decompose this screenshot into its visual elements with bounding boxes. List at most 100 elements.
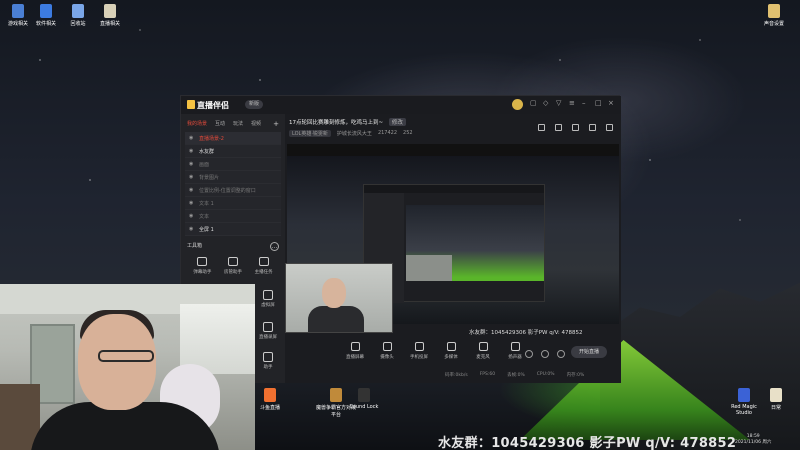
tool-room-manager[interactable]: 房管助手 bbox=[218, 257, 248, 275]
tab-scenes[interactable]: 我的场景 bbox=[187, 120, 207, 128]
webcam-overlay bbox=[0, 284, 255, 450]
camera-person-head bbox=[322, 278, 346, 308]
side-tool-record[interactable]: 直播录屏 bbox=[259, 322, 277, 340]
scene-item[interactable]: ◉ 直播场景-2 bbox=[185, 132, 281, 145]
room-info: LOL英雄·锐雯新 护城长流风大王 217422 252 bbox=[289, 130, 413, 137]
minimize-icon[interactable]: – bbox=[582, 100, 589, 107]
edit-title-button[interactable]: 修改 bbox=[388, 118, 406, 126]
virtual-icon bbox=[263, 290, 273, 300]
taskbar-clock[interactable]: 18:59 2021/11/06 周六 bbox=[735, 434, 771, 446]
user-icon bbox=[227, 257, 238, 266]
control-screen[interactable]: 直播屏幕 bbox=[345, 342, 365, 360]
record-icon[interactable] bbox=[525, 350, 533, 358]
desktop-icon-live[interactable]: 直播相关 bbox=[92, 4, 128, 27]
desktop-icon-recycle-bin[interactable]: 回收站 bbox=[60, 4, 96, 27]
close-icon[interactable]: × bbox=[608, 100, 615, 107]
bell-icon[interactable] bbox=[589, 124, 596, 131]
desktop-icon-douyu[interactable]: 斗鱼直播 bbox=[252, 388, 288, 411]
side-tool-virtual[interactable]: 虚拟屏 bbox=[259, 290, 277, 308]
task-icon bbox=[258, 257, 269, 266]
status-fps: FPS:60 bbox=[479, 372, 496, 377]
red-magic-icon bbox=[738, 388, 750, 402]
desktop-icon-red-magic-studio[interactable]: Red Magic Studio bbox=[726, 388, 762, 416]
copy-icon[interactable] bbox=[572, 124, 579, 131]
room-title: 17点轮回比赛雕刻修炼，吃鸡马上到~ 修改 bbox=[289, 118, 406, 126]
nested-titlebar bbox=[364, 185, 544, 193]
desktop-icon-daily[interactable]: 日常 bbox=[758, 388, 794, 411]
eye-icon[interactable]: ◉ bbox=[189, 187, 195, 193]
control-speaker[interactable]: 扬声器 bbox=[505, 342, 525, 360]
record-screen-icon bbox=[263, 322, 273, 332]
scene-item[interactable]: ◉ 文本 bbox=[185, 210, 281, 223]
version-badge[interactable]: 新版 bbox=[245, 100, 264, 109]
clock-date: 2021/11/06 周六 bbox=[735, 440, 772, 445]
shop-icon[interactable] bbox=[538, 124, 545, 131]
tool-danmaku-assistant[interactable]: 弹幕助手 bbox=[187, 257, 217, 275]
shirt-icon[interactable]: ▽ bbox=[556, 100, 563, 107]
user-avatar[interactable] bbox=[512, 99, 523, 110]
lock-icon[interactable] bbox=[555, 124, 562, 131]
desktop-icon-sound-settings[interactable]: 声音设置 bbox=[756, 4, 792, 27]
scene-item[interactable]: ◉ 画面 bbox=[185, 158, 281, 171]
control-camera[interactable]: 摄像头 bbox=[377, 342, 397, 360]
scene-item[interactable]: ◉ 背景图片 bbox=[185, 171, 281, 184]
title-bar: 直播伴侣 新版 ▢ ◇ ▽ ≡ – □ × bbox=[181, 96, 621, 114]
scene-item[interactable]: ◉ 文本 1 bbox=[185, 197, 281, 210]
eye-icon[interactable]: ◉ bbox=[189, 200, 195, 206]
add-scene-button[interactable]: + bbox=[273, 120, 279, 128]
start-live-button[interactable]: 开始直播 bbox=[571, 346, 607, 358]
warcraft-icon bbox=[330, 388, 342, 402]
eye-icon[interactable]: ◉ bbox=[189, 174, 195, 180]
control-bar: 水友群：1045429306 影子PW q/V: 478852 直播屏幕 摄像头… bbox=[285, 326, 621, 383]
tab-video[interactable]: 视频 bbox=[251, 120, 261, 128]
room-host: 护城长流风大王 bbox=[336, 131, 372, 137]
eye-icon[interactable]: ◉ bbox=[189, 161, 195, 167]
document-icon bbox=[104, 4, 116, 18]
status-row: 码率:0kb/s FPS:60 丢帧:0% CPU:0% 内存:0% bbox=[445, 372, 584, 378]
share-icon[interactable] bbox=[606, 124, 613, 131]
tab-play[interactable]: 玩法 bbox=[233, 120, 243, 128]
eye-icon[interactable]: ◉ bbox=[189, 148, 195, 154]
menu-icon[interactable]: ≡ bbox=[569, 100, 576, 107]
eye-icon[interactable]: ◉ bbox=[189, 213, 195, 219]
status-bitrate: 码率:0kb/s bbox=[445, 373, 468, 378]
media-icon bbox=[446, 342, 456, 351]
tab-interact[interactable]: 互动 bbox=[215, 120, 225, 128]
douyu-icon bbox=[264, 388, 276, 402]
preview-panel: 17点轮回比赛雕刻修炼，吃鸡马上到~ 修改 LOL英雄·锐雯新 护城长流风大王 … bbox=[285, 114, 621, 383]
scene-item[interactable]: ◉ 位置比例-位置调整的窗口 bbox=[185, 184, 281, 197]
phone-icon bbox=[414, 342, 424, 351]
scene-item[interactable]: ◉ 水友群 bbox=[185, 145, 281, 158]
desktop-icon-software[interactable]: 软件相关 bbox=[28, 4, 64, 27]
room-category[interactable]: LOL英雄·锐雯新 bbox=[289, 130, 331, 137]
eye-icon[interactable]: ◉ bbox=[189, 135, 195, 141]
folder-icon bbox=[40, 4, 52, 18]
sound-lock-icon bbox=[358, 388, 370, 402]
room-hot: 252 bbox=[403, 130, 413, 136]
desktop-icon-sound-lock[interactable]: Sound Lock bbox=[346, 388, 382, 410]
app-logo: 直播伴侣 bbox=[187, 100, 229, 111]
camera-source-preview[interactable] bbox=[285, 263, 393, 333]
tool-streamer-tasks[interactable]: 主播任务 bbox=[249, 257, 279, 275]
toolbox-title: 工具箱 bbox=[187, 243, 203, 249]
preview-top-strip bbox=[287, 144, 619, 156]
webcam-glasses bbox=[98, 350, 154, 362]
side-tool-helper[interactable]: 助手 bbox=[259, 352, 277, 370]
message-icon[interactable]: ▢ bbox=[530, 100, 537, 107]
control-media[interactable]: 多媒体 bbox=[441, 342, 461, 360]
document-icon bbox=[770, 388, 782, 402]
document-icon bbox=[768, 4, 780, 18]
maximize-icon[interactable]: □ bbox=[595, 100, 602, 107]
recycle-bin-icon bbox=[72, 4, 84, 18]
control-mic[interactable]: 麦克风 bbox=[473, 342, 493, 360]
control-phone[interactable]: 手机投屏 bbox=[409, 342, 429, 360]
stream-caption: 水友群：1045429306 影子PW q/V: 478852 bbox=[438, 436, 737, 450]
gear-icon[interactable] bbox=[557, 350, 565, 358]
more-icon[interactable]: … bbox=[270, 242, 279, 251]
scene-item[interactable]: ◉ 全屏 1 bbox=[185, 223, 281, 236]
settings-icon[interactable] bbox=[541, 350, 549, 358]
eye-icon[interactable]: ◉ bbox=[189, 226, 195, 232]
room-number: 217422 bbox=[377, 130, 398, 136]
gift-icon[interactable]: ◇ bbox=[543, 100, 550, 107]
fans-group-text: 水友群：1045429306 影子PW q/V: 478852 bbox=[469, 330, 583, 336]
